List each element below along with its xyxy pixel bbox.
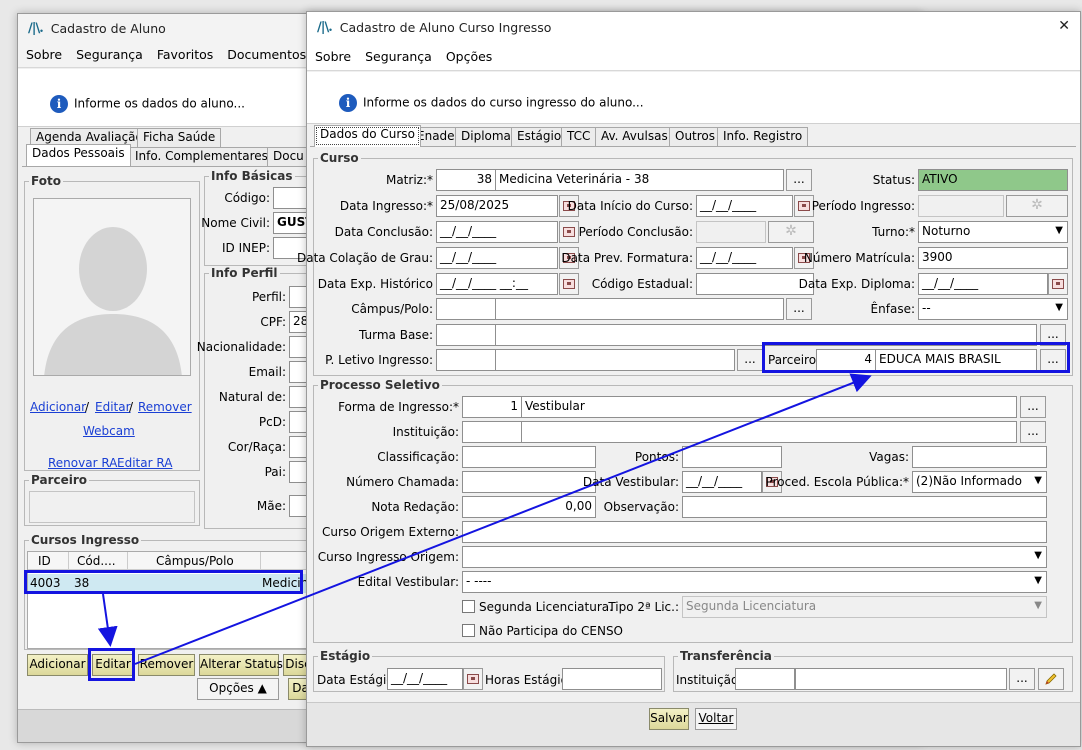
tab-dados-pessoais[interactable]: Dados Pessoais: [26, 144, 131, 166]
arrow-editar-to-parceiro: [134, 373, 872, 665]
arrow-row-to-editar: [97, 593, 118, 647]
annotation-arrows: [97, 373, 872, 665]
tab-dados-do-curso[interactable]: Dados do Curso: [314, 125, 421, 147]
